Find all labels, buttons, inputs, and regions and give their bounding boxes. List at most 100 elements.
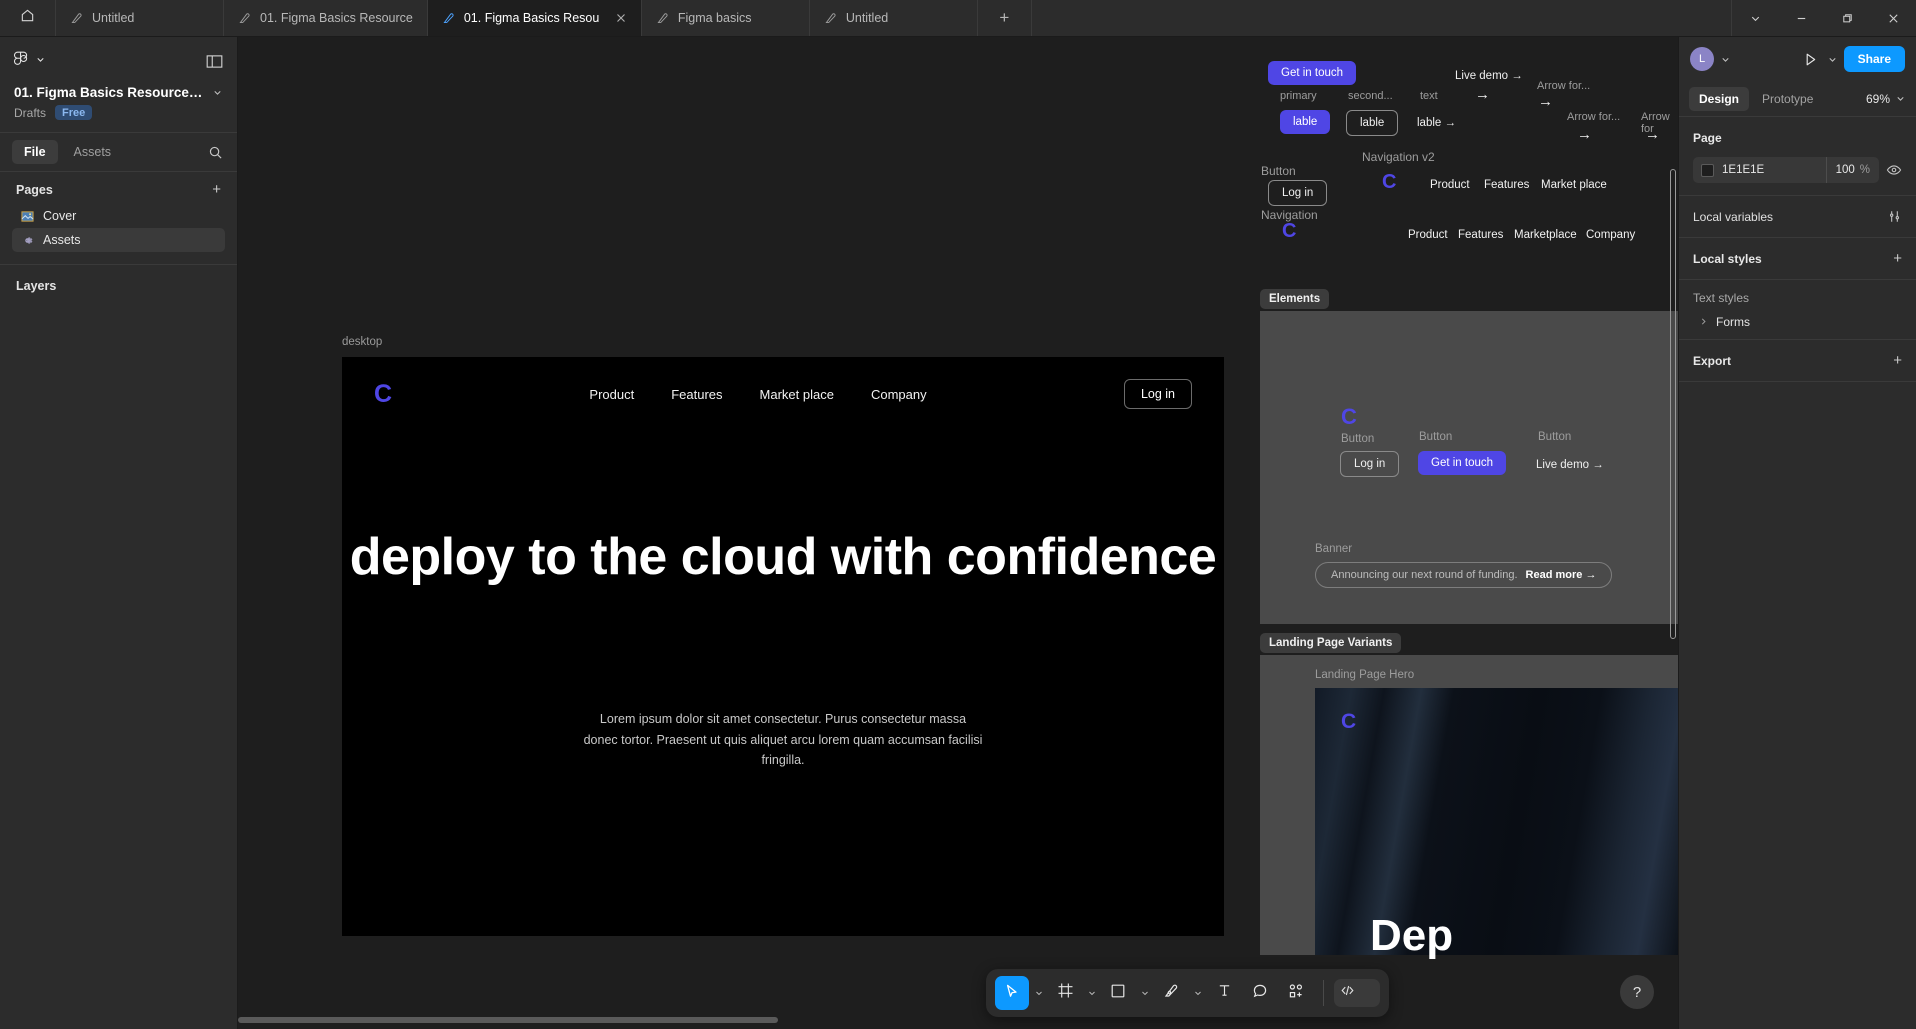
section-badge-landing-page-variants[interactable]: Landing Page Variants <box>1260 633 1402 653</box>
assets-nav-link-marketplace-2[interactable]: Marketplace <box>1514 229 1577 241</box>
add-local-style-button[interactable]: + <box>1893 251 1902 266</box>
login-button[interactable]: Log in <box>1123 379 1192 409</box>
tab-figma-basics-resource[interactable]: 01. Figma Basics Resource <box>224 0 428 36</box>
move-tool-chevron-down-icon[interactable] <box>1031 988 1046 998</box>
shape-tool-button[interactable] <box>1101 976 1135 1010</box>
component-lable-text[interactable]: lable → <box>1417 117 1456 129</box>
tab-assets[interactable]: Assets <box>62 140 124 164</box>
new-tab-button[interactable]: + <box>978 0 1032 36</box>
elements-live-demo-link[interactable]: Live demo → <box>1536 459 1604 471</box>
canvas-horizontal-scrollbar[interactable] <box>238 1017 778 1023</box>
main-menu-button[interactable] <box>14 48 46 74</box>
search-icon[interactable] <box>208 145 225 160</box>
component-lable-secondary[interactable]: lable <box>1346 110 1399 136</box>
frame-tool-button[interactable] <box>1048 976 1082 1010</box>
file-name-row[interactable]: 01. Figma Basics Resource (... <box>14 85 223 100</box>
tab-label: Figma basics <box>677 11 752 25</box>
tab-file[interactable]: File <box>12 140 58 164</box>
color-swatch[interactable] <box>1701 163 1714 177</box>
assets-nav-link-features-1[interactable]: Features <box>1484 179 1529 191</box>
landing-page-variants-section: Landing Page Variants Landing Page Hero … <box>1260 633 1678 960</box>
nav-link-company[interactable]: Company <box>871 387 927 402</box>
actions-tool-button[interactable] <box>1279 976 1313 1010</box>
share-button[interactable]: Share <box>1843 46 1905 72</box>
frame-label-landing-page-hero[interactable]: Landing Page Hero <box>1315 669 1414 681</box>
play-icon[interactable] <box>1800 51 1821 68</box>
page-background-row: 1E1E1E 100 % <box>1693 157 1902 183</box>
tab-untitled-2[interactable]: Untitled <box>810 0 978 36</box>
move-tool-button[interactable] <box>995 976 1029 1010</box>
component-banner[interactable]: Announcing our next round of funding. Re… <box>1315 562 1613 588</box>
panel-toggle-icon[interactable] <box>206 54 223 69</box>
canvas-vertical-scrollbar[interactable] <box>1670 169 1676 639</box>
page-item-assets[interactable]: Assets <box>12 228 225 252</box>
text-tool-button[interactable] <box>1207 976 1241 1010</box>
desktop-nav-links: Product Features Market place Company <box>589 387 926 402</box>
zoom-control[interactable]: 69% <box>1866 92 1906 106</box>
pages-section: Pages + Cover Assets <box>0 172 237 258</box>
pen-tool-chevron-down-icon[interactable] <box>1190 988 1205 998</box>
tab-close-icon[interactable] <box>609 12 627 24</box>
canvas-area[interactable]: desktop C Product Features Market place … <box>238 37 1678 1029</box>
page-color-field[interactable]: 1E1E1E 100 % <box>1693 157 1879 183</box>
plan-badge[interactable]: Free <box>55 105 93 120</box>
add-page-button[interactable]: + <box>212 182 221 197</box>
zoom-chevron-down-icon[interactable] <box>1895 93 1906 104</box>
elements-get-in-touch-button[interactable]: Get in touch <box>1418 451 1507 475</box>
tab-prototype[interactable]: Prototype <box>1752 87 1823 111</box>
component-get-in-touch-button[interactable]: Get in touch <box>1268 61 1357 85</box>
assets-nav-link-features-2[interactable]: Features <box>1458 229 1503 241</box>
section-badge-elements[interactable]: Elements <box>1260 289 1330 309</box>
hero-heading: deploy to the cloud with confidence <box>349 528 1217 586</box>
add-export-button[interactable]: + <box>1893 353 1902 368</box>
frame-label-desktop[interactable]: desktop <box>342 336 382 348</box>
chevron-right-icon[interactable] <box>1699 317 1708 328</box>
landing-page-hero-frame[interactable]: C Dep <box>1315 688 1678 960</box>
elements-log-in-button[interactable]: Log in <box>1340 451 1400 477</box>
banner-read-more-link[interactable]: Read more → <box>1526 569 1597 581</box>
component-lable-primary[interactable]: lable <box>1280 110 1331 134</box>
sliders-icon[interactable] <box>1887 209 1902 224</box>
avatar-chevron-down-icon[interactable] <box>1720 54 1731 65</box>
frame-tool-chevron-down-icon[interactable] <box>1084 988 1099 998</box>
local-variables-row[interactable]: Local variables <box>1679 196 1916 238</box>
assets-nav-link-product-2[interactable]: Product <box>1408 229 1448 241</box>
eye-icon[interactable] <box>1886 162 1902 178</box>
shape-tool-chevron-down-icon[interactable] <box>1137 988 1152 998</box>
assets-nav-link-market-place-1[interactable]: Market place <box>1541 179 1607 191</box>
dev-mode-toggle[interactable] <box>1334 979 1380 1007</box>
tab-design[interactable]: Design <box>1689 86 1750 111</box>
text-style-item-forms[interactable]: Forms <box>1679 309 1916 339</box>
close-icon[interactable] <box>1870 0 1916 36</box>
assets-brand-logo-icon-2: C <box>1282 220 1297 242</box>
opacity-field[interactable]: 100 % <box>1825 157 1879 183</box>
page-color-hex[interactable]: 1E1E1E <box>1722 164 1826 176</box>
assets-nav-link-company-2[interactable]: Company <box>1586 229 1635 241</box>
pen-tool-button[interactable] <box>1154 976 1188 1010</box>
nav-link-features[interactable]: Features <box>671 387 722 402</box>
tab-figma-basics[interactable]: Figma basics <box>642 0 810 36</box>
nav-link-product[interactable]: Product <box>589 387 634 402</box>
assets-nav-link-product-1[interactable]: Product <box>1430 179 1470 191</box>
page-item-cover[interactable]: Cover <box>12 204 225 228</box>
opacity-value[interactable]: 100 <box>1836 164 1855 176</box>
help-button[interactable]: ? <box>1620 975 1654 1009</box>
tab-untitled-1[interactable]: Untitled <box>56 0 224 36</box>
comment-tool-button[interactable] <box>1243 976 1277 1010</box>
home-button[interactable] <box>0 0 56 36</box>
rectangle-icon <box>1110 983 1126 1004</box>
component-live-demo-link[interactable]: Live demo → <box>1455 70 1523 82</box>
landing-variants-panel[interactable]: Landing Page Hero C Dep <box>1260 655 1678 960</box>
nav-link-market-place[interactable]: Market place <box>760 387 834 402</box>
file-name-chevron-down-icon[interactable] <box>212 87 223 98</box>
maximize-icon[interactable] <box>1824 0 1870 36</box>
tab-figma-basics-resource-copy[interactable]: 01. Figma Basics Resource (Copy) <box>427 0 642 36</box>
elements-section-panel[interactable]: C Button Button Button Log in Get in tou… <box>1260 311 1678 624</box>
avatar[interactable]: L <box>1690 47 1714 71</box>
present-chevron-down-icon[interactable] <box>1827 54 1838 65</box>
window-chevron-down-icon[interactable] <box>1732 0 1778 36</box>
minimize-icon[interactable] <box>1778 0 1824 36</box>
component-log-in-button[interactable]: Log in <box>1268 180 1328 206</box>
gear-icon <box>20 233 34 247</box>
desktop-frame[interactable]: C Product Features Market place Company … <box>342 357 1224 936</box>
